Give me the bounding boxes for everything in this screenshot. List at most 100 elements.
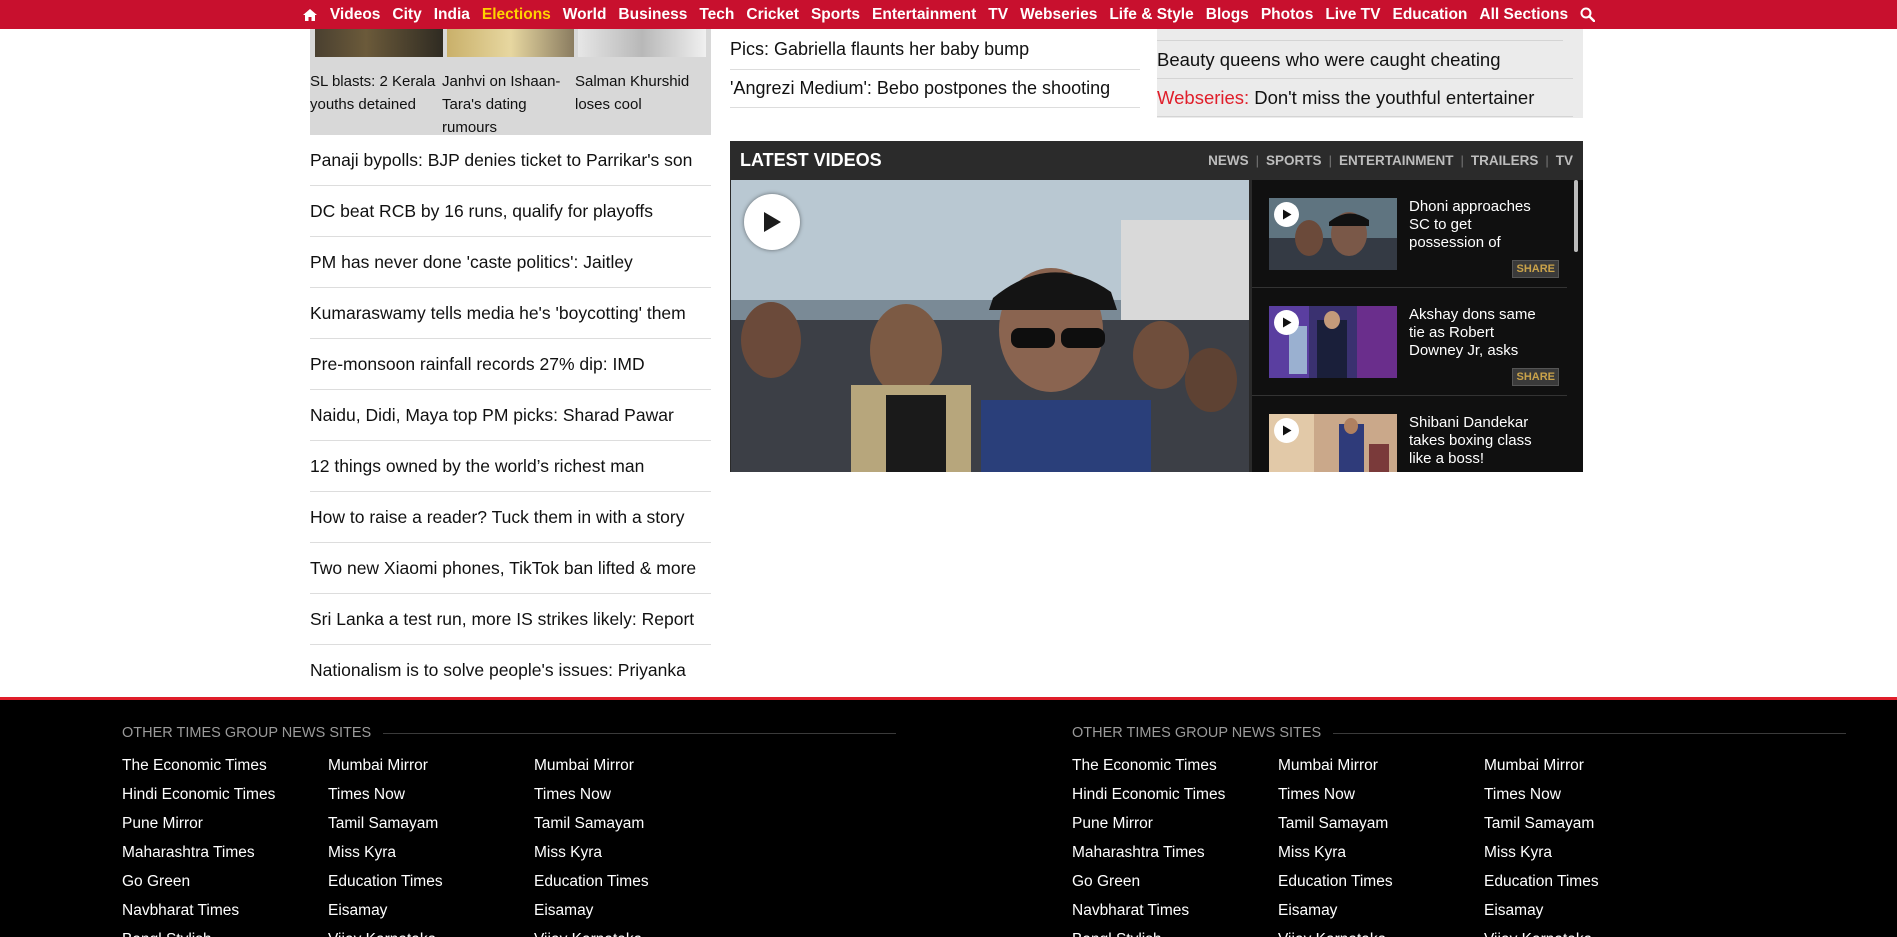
headline-link[interactable]: Sri Lanka a test run, more IS strikes li… xyxy=(310,594,711,645)
footer-link[interactable]: Tamil Samayam xyxy=(1278,809,1484,838)
photo-caption[interactable]: Janhvi on Ishaan-Tara's dating rumours xyxy=(442,57,575,139)
headline-link[interactable]: Panaji bypolls: BJP denies ticket to Par… xyxy=(310,135,711,186)
footer-link[interactable]: Maharashtra Times xyxy=(122,838,328,867)
search-icon[interactable] xyxy=(1574,7,1601,22)
footer-link[interactable]: Miss Kyra xyxy=(1278,838,1484,867)
footer-link[interactable]: Hindi Economic Times xyxy=(122,780,328,809)
headline-link[interactable]: 12 things owned by the world’s richest m… xyxy=(310,441,711,492)
share-button[interactable]: SHARE xyxy=(1512,260,1559,278)
nav-item-entertainment[interactable]: Entertainment xyxy=(866,0,982,29)
footer-link[interactable]: Education Times xyxy=(328,867,534,896)
headline-link[interactable]: PM has never done 'caste politics': Jait… xyxy=(310,237,711,288)
nav-item-webseries[interactable]: Webseries xyxy=(1014,0,1103,29)
footer-link[interactable]: The Economic Times xyxy=(1072,751,1278,780)
headline-link[interactable]: Pre-monsoon rainfall records 27% dip: IM… xyxy=(310,339,711,390)
footer-link[interactable]: Eisamay xyxy=(534,896,740,925)
nav-item-blogs[interactable]: Blogs xyxy=(1200,0,1255,29)
nav-item-elections[interactable]: Elections xyxy=(476,0,557,29)
story-link[interactable]: 'Angrezi Medium': Bebo postpones the sho… xyxy=(730,70,1140,108)
video-list-item[interactable]: Akshay dons same tie as Robert Downey Jr… xyxy=(1252,288,1567,396)
footer-link[interactable]: Mumbai Mirror xyxy=(328,751,534,780)
footer-link[interactable]: Bangl Stylish xyxy=(122,925,328,937)
headline-link[interactable]: Kumaraswamy tells media he's 'boycotting… xyxy=(310,288,711,339)
scrollbar-thumb[interactable] xyxy=(1574,180,1578,252)
nav-item-videos[interactable]: Videos xyxy=(324,0,387,29)
footer-link[interactable]: Times Now xyxy=(1278,780,1484,809)
footer-link[interactable]: Eisamay xyxy=(328,896,534,925)
nav-item-photos[interactable]: Photos xyxy=(1255,0,1320,29)
nav-item-world[interactable]: World xyxy=(557,0,613,29)
footer-link[interactable]: Miss Kyra xyxy=(534,838,740,867)
thumbnail-image[interactable] xyxy=(446,29,575,57)
footer-link[interactable]: Navbharat Times xyxy=(122,896,328,925)
footer-link[interactable]: Tamil Samayam xyxy=(328,809,534,838)
footer-link[interactable]: Pune Mirror xyxy=(1072,809,1278,838)
footer-link[interactable]: Education Times xyxy=(534,867,740,896)
tab-tv[interactable]: TV xyxy=(1556,153,1573,168)
footer-link[interactable]: Pune Mirror xyxy=(122,809,328,838)
nav-item-all-sections[interactable]: All Sections xyxy=(1473,0,1574,29)
nav-item-tv[interactable]: TV xyxy=(982,0,1014,29)
footer-link[interactable]: Maharashtra Times xyxy=(1072,838,1278,867)
nav-item-business[interactable]: Business xyxy=(612,0,693,29)
featured-video-player[interactable] xyxy=(731,180,1249,472)
footer-link[interactable]: Go Green xyxy=(1072,867,1278,896)
footer-link[interactable]: Tamil Samayam xyxy=(1484,809,1690,838)
footer-link[interactable]: Education Times xyxy=(1278,867,1484,896)
story-link[interactable]: Pics: Gabriella flaunts her baby bump xyxy=(730,29,1140,70)
footer-link[interactable]: Bangl Stylish xyxy=(1072,925,1278,937)
nav-item-tech[interactable]: Tech xyxy=(693,0,740,29)
footer-link[interactable]: Vijay Karnataka xyxy=(534,925,740,937)
headline-link[interactable]: Nationalism is to solve people's issues:… xyxy=(310,645,711,696)
footer-link[interactable]: Vijay Karnataka xyxy=(1484,925,1690,937)
tab-trailers[interactable]: TRAILERS xyxy=(1471,153,1539,168)
tab-entertainment[interactable]: ENTERTAINMENT xyxy=(1339,153,1454,168)
nav-item-sports[interactable]: Sports xyxy=(805,0,866,29)
headline-link[interactable]: Two new Xiaomi phones, TikTok ban lifted… xyxy=(310,543,711,594)
video-list-item[interactable]: Shibani Dandekar takes boxing class like… xyxy=(1252,396,1567,472)
footer-link[interactable]: Mumbai Mirror xyxy=(1278,751,1484,780)
footer-link[interactable]: The Economic Times xyxy=(122,751,328,780)
nav-item-india[interactable]: India xyxy=(428,0,476,29)
thumbnail-image[interactable] xyxy=(315,29,443,57)
story-link[interactable]: Beauty queens who were caught cheating xyxy=(1157,41,1573,79)
footer-link[interactable]: Eisamay xyxy=(1484,896,1690,925)
footer-link[interactable]: Miss Kyra xyxy=(1484,838,1690,867)
footer-link[interactable]: Vijay Karnataka xyxy=(328,925,534,937)
thumbnail-image[interactable] xyxy=(578,29,707,57)
footer-link[interactable]: Hindi Economic Times xyxy=(1072,780,1278,809)
nav-item-cricket[interactable]: Cricket xyxy=(740,0,805,29)
nav-item-life-style[interactable]: Life & Style xyxy=(1103,0,1199,29)
footer-link[interactable]: Eisamay xyxy=(1278,896,1484,925)
nav-item-education[interactable]: Education xyxy=(1386,0,1473,29)
footer-link[interactable]: Education Times xyxy=(1484,867,1690,896)
nav-item-live-tv[interactable]: Live TV xyxy=(1319,0,1386,29)
play-icon[interactable] xyxy=(1274,310,1299,335)
tab-news[interactable]: NEWS xyxy=(1208,153,1249,168)
story-link[interactable]: Webseries: Don't miss the youthful enter… xyxy=(1157,79,1573,117)
nav-item-city[interactable]: City xyxy=(386,0,427,29)
headline-link[interactable]: DC beat RCB by 16 runs, qualify for play… xyxy=(310,186,711,237)
footer-link[interactable]: Times Now xyxy=(534,780,740,809)
footer-link[interactable]: Vijay Karnataka xyxy=(1278,925,1484,937)
home-icon[interactable] xyxy=(296,8,324,22)
video-list-item[interactable]: Dhoni approaches SC to get possession of… xyxy=(1252,180,1567,288)
share-button[interactable]: SHARE xyxy=(1512,368,1559,386)
play-icon[interactable] xyxy=(1274,418,1299,443)
footer-link[interactable]: Mumbai Mirror xyxy=(1484,751,1690,780)
footer-link[interactable]: Navbharat Times xyxy=(1072,896,1278,925)
footer-link[interactable]: Miss Kyra xyxy=(328,838,534,867)
photo-caption[interactable]: SL blasts: 2 Kerala youths detained xyxy=(310,57,442,139)
headline-link[interactable]: How to raise a reader? Tuck them in with… xyxy=(310,492,711,543)
play-icon[interactable] xyxy=(744,194,800,250)
footer-link[interactable]: Mumbai Mirror xyxy=(534,751,740,780)
footer-link[interactable]: Tamil Samayam xyxy=(534,809,740,838)
headline-link[interactable]: Naidu, Didi, Maya top PM picks: Sharad P… xyxy=(310,390,711,441)
play-icon[interactable] xyxy=(1274,202,1299,227)
footer-link[interactable]: Times Now xyxy=(328,780,534,809)
tab-sports[interactable]: SPORTS xyxy=(1266,153,1322,168)
footer-link[interactable]: Times Now xyxy=(1484,780,1690,809)
footer-link[interactable]: Go Green xyxy=(122,867,328,896)
photo-caption[interactable]: Salman Khurshid loses cool xyxy=(575,57,708,139)
playlist-scrollbar[interactable] xyxy=(1574,180,1580,472)
